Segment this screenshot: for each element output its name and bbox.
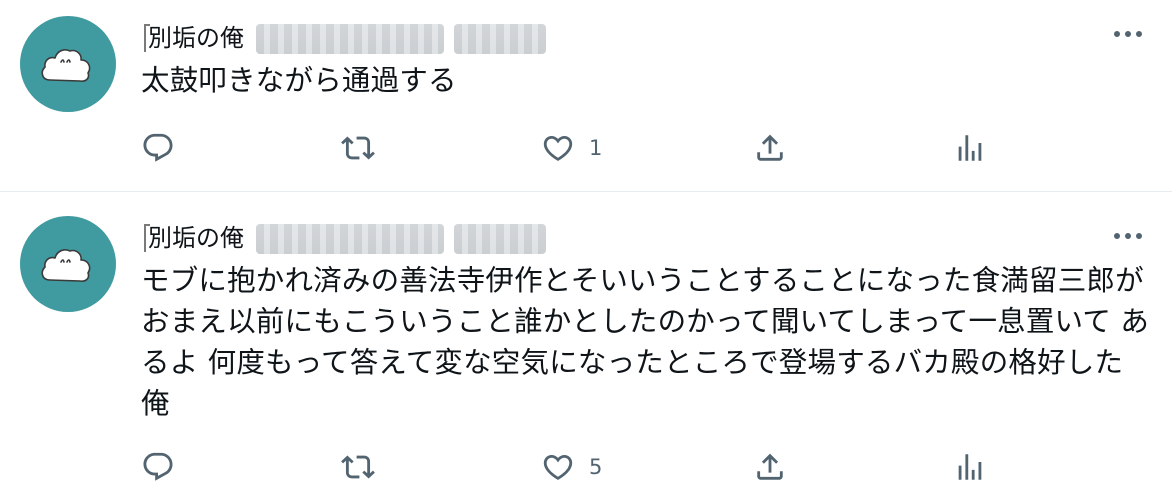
analytics-icon [953,450,987,484]
avatar-bun-icon [20,216,116,312]
tweet-actions: 1 [141,126,1041,170]
tweet-header: 別垢の俺 [144,218,1024,258]
redacted-handle [256,224,444,254]
analytics-icon [953,131,987,165]
analytics-button[interactable] [953,126,987,170]
reply-button[interactable] [141,445,175,489]
author-name[interactable]: 別垢の俺 [148,222,244,254]
redacted-date [454,224,546,254]
share-icon [753,450,787,484]
reply-icon [141,131,175,165]
retweet-button[interactable] [341,126,375,170]
redacted-handle [256,24,444,54]
like-count: 1 [589,136,603,160]
retweet-icon [341,131,375,165]
analytics-button[interactable] [953,445,987,489]
avatar[interactable] [20,216,116,312]
tweet-text: モブに抱かれ済みの善法寺伊作とそいいうことすることになった食満留三郎が おまえ以… [141,264,1154,420]
share-button[interactable] [753,445,787,489]
reply-button[interactable] [141,126,175,170]
tweet-text: 太鼓叩きながら通過する [141,64,457,97]
redacted-date [454,24,546,54]
author-name[interactable]: 別垢の俺 [148,22,244,54]
like-icon [541,131,575,165]
tweet-header: 別垢の俺 [144,18,1024,58]
retweet-button[interactable] [341,445,375,489]
like-icon [541,450,575,484]
more-icon[interactable] [1108,224,1148,248]
avatar[interactable] [20,16,116,112]
like-button[interactable]: 5 [541,445,602,489]
reply-icon [141,450,175,484]
more-icon[interactable] [1108,22,1148,46]
avatar-bun-icon [20,16,116,112]
like-count: 5 [589,455,603,479]
like-button[interactable]: 1 [541,126,602,170]
tweet[interactable]: 別垢の俺 モブに抱かれ済みの善法寺伊作とそいいうことすることになった食満留三郎が… [0,192,1172,502]
share-icon [753,131,787,165]
tweet[interactable]: 別垢の俺 太鼓叩きながら通過する 1 [0,0,1172,192]
share-button[interactable] [753,126,787,170]
tweet-actions: 5 [141,445,1041,489]
retweet-icon [341,450,375,484]
